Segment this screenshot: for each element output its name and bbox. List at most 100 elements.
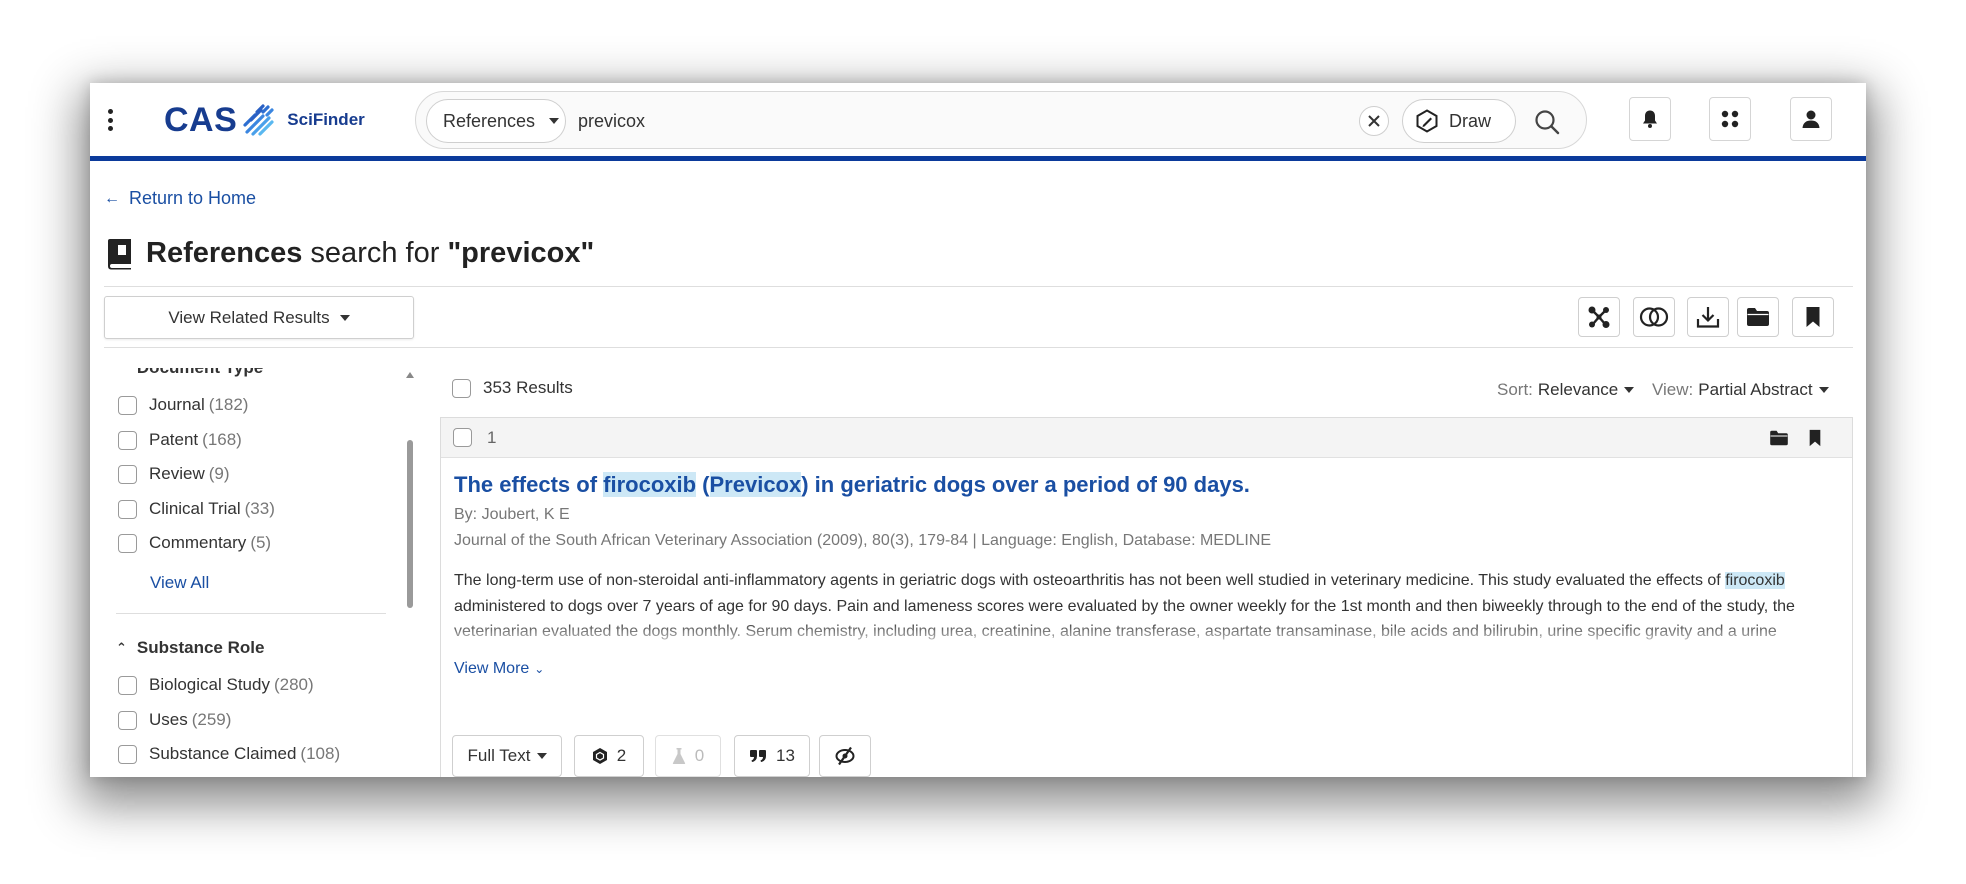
view-all-document-types-link[interactable]: View All [150, 573, 209, 593]
sort-dropdown[interactable]: Sort: Relevance [1497, 380, 1635, 400]
clear-search-button[interactable] [1359, 106, 1389, 136]
filter-count: (182) [208, 395, 249, 414]
folder-icon [1747, 308, 1769, 326]
search-type-dropdown[interactable]: References [426, 99, 566, 143]
article-title-link[interactable]: The effects of firocoxib (Previcox) in g… [454, 472, 1250, 498]
view-more-label: View More [454, 660, 530, 677]
bookmark-button[interactable] [1792, 297, 1834, 337]
return-label: Return to Home [129, 188, 257, 208]
search-input[interactable] [578, 106, 1348, 136]
checkbox[interactable] [118, 499, 137, 519]
result-checkbox[interactable] [453, 428, 472, 447]
product-name: SciFinder [287, 110, 365, 129]
arrow-left-icon: ← [104, 189, 120, 207]
download-icon [1696, 307, 1720, 328]
checkbox[interactable] [118, 533, 137, 553]
filter-option-commentary[interactable]: Commentary (5) [118, 533, 271, 553]
save-to-folder-button[interactable] [1737, 297, 1779, 337]
filter-divider [116, 613, 386, 614]
search-highlight: Previcox [709, 472, 802, 497]
structure-network-button[interactable] [1578, 297, 1620, 337]
checkbox[interactable] [118, 430, 137, 450]
search-type-label: References [443, 110, 536, 131]
filters-scrollbar[interactable] [404, 368, 416, 777]
select-all-checkbox[interactable] [452, 378, 471, 398]
title-text: ( [696, 472, 710, 497]
download-button[interactable] [1687, 297, 1729, 337]
filter-count: (5) [250, 533, 272, 552]
kebab-menu-icon[interactable] [104, 109, 116, 131]
full-text-label: Full Text [467, 746, 531, 765]
filter-option-review[interactable]: Review (9) [118, 464, 230, 484]
caret-down-icon [536, 753, 547, 759]
filter-count: (168) [202, 430, 242, 449]
result-card-header: 1 [441, 418, 1852, 458]
related-label: View Related Results [168, 307, 330, 327]
chevron-up-icon: ⌃ [116, 368, 127, 376]
filter-option-substance-claimed[interactable]: Substance Claimed (108) [118, 744, 340, 764]
filter-option-journal[interactable]: Journal (182) [118, 395, 248, 415]
view-value: Partial Abstract [1698, 380, 1813, 399]
checkbox[interactable] [118, 675, 137, 695]
view-related-results-button[interactable]: View Related Results [104, 296, 414, 339]
abstract-text: The long-term use of non-steroidal anti-… [454, 572, 1726, 589]
apps-button[interactable] [1709, 97, 1751, 141]
sort-value: Relevance [1537, 380, 1619, 399]
full-text-button[interactable]: Full Text [452, 735, 562, 777]
filter-label: Patent [149, 430, 199, 449]
search-button[interactable] [1529, 104, 1565, 140]
header-divider [90, 156, 1866, 161]
filter-option-patent[interactable]: Patent (168) [118, 430, 242, 450]
caret-down-icon [549, 118, 560, 124]
reactions-button[interactable]: 0 [655, 735, 721, 777]
scrollbar-thumb[interactable] [407, 440, 413, 608]
checkbox[interactable] [118, 395, 137, 415]
caret-down-icon [339, 314, 350, 321]
view-more-link[interactable]: View More ⌄ [454, 660, 544, 678]
checkbox[interactable] [118, 464, 137, 484]
substance-hexagon-icon [592, 748, 607, 764]
top-header: CAS SciFinder References previcox Draw [90, 83, 1866, 156]
toolbar-divider [104, 347, 1853, 348]
citations-count: 13 [776, 746, 795, 765]
sort-prefix: Sort: [1497, 380, 1533, 399]
search-icon [1535, 110, 1560, 135]
article-authors: By: Joubert, K E [454, 506, 570, 523]
search-bar: References Draw [415, 91, 1587, 149]
filter-section-substance-role[interactable]: ⌃ Substance Role [116, 638, 264, 658]
result-card: 1 The effects of firocoxib (Previcox) in… [440, 417, 1853, 777]
select-all-results[interactable]: 353 Results [452, 378, 573, 398]
user-button[interactable] [1790, 97, 1832, 141]
title-query: "previcox" [447, 237, 595, 269]
title-type: References [146, 237, 303, 269]
hide-result-button[interactable] [819, 735, 871, 777]
article-source: Journal of the South African Veterinary … [454, 532, 1272, 549]
return-to-home-link[interactable]: ← Return to Home [104, 188, 256, 209]
draw-button[interactable]: Draw [1402, 99, 1516, 143]
bookmark-icon[interactable] [1804, 428, 1826, 448]
abstract-fade-overlay [454, 624, 1834, 648]
bookmark-icon [1806, 307, 1820, 327]
checkbox[interactable] [118, 744, 137, 764]
scroll-up-arrow-icon[interactable] [406, 372, 414, 378]
combine-button[interactable] [1633, 297, 1675, 337]
filter-option-biological-study[interactable]: Biological Study (280) [118, 675, 314, 695]
eye-slash-icon [835, 746, 855, 766]
search-highlight: firocoxib [603, 472, 697, 497]
folder-icon[interactable] [1768, 428, 1790, 448]
checkbox[interactable] [118, 710, 137, 730]
close-icon [1368, 115, 1380, 127]
result-number: 1 [487, 428, 497, 447]
filter-option-uses[interactable]: Uses (259) [118, 710, 231, 730]
title-text: ) in geriatric dogs over a period of 90 … [801, 472, 1250, 497]
filters-sidebar: ⌃ Document Type Journal (182) Patent (16… [104, 368, 416, 777]
citations-button[interactable]: 13 [734, 735, 810, 777]
filter-option-clinical-trial[interactable]: Clinical Trial (33) [118, 499, 275, 519]
view-dropdown[interactable]: View: Partial Abstract [1652, 380, 1829, 400]
filter-section-document-type[interactable]: ⌃ Document Type [116, 368, 263, 378]
chevron-up-icon: ⌃ [116, 640, 127, 655]
cas-scifinder-logo[interactable]: CAS SciFinder [164, 99, 365, 141]
substances-button[interactable]: 2 [574, 735, 644, 777]
title-divider [104, 286, 1853, 287]
notifications-button[interactable] [1629, 97, 1671, 141]
